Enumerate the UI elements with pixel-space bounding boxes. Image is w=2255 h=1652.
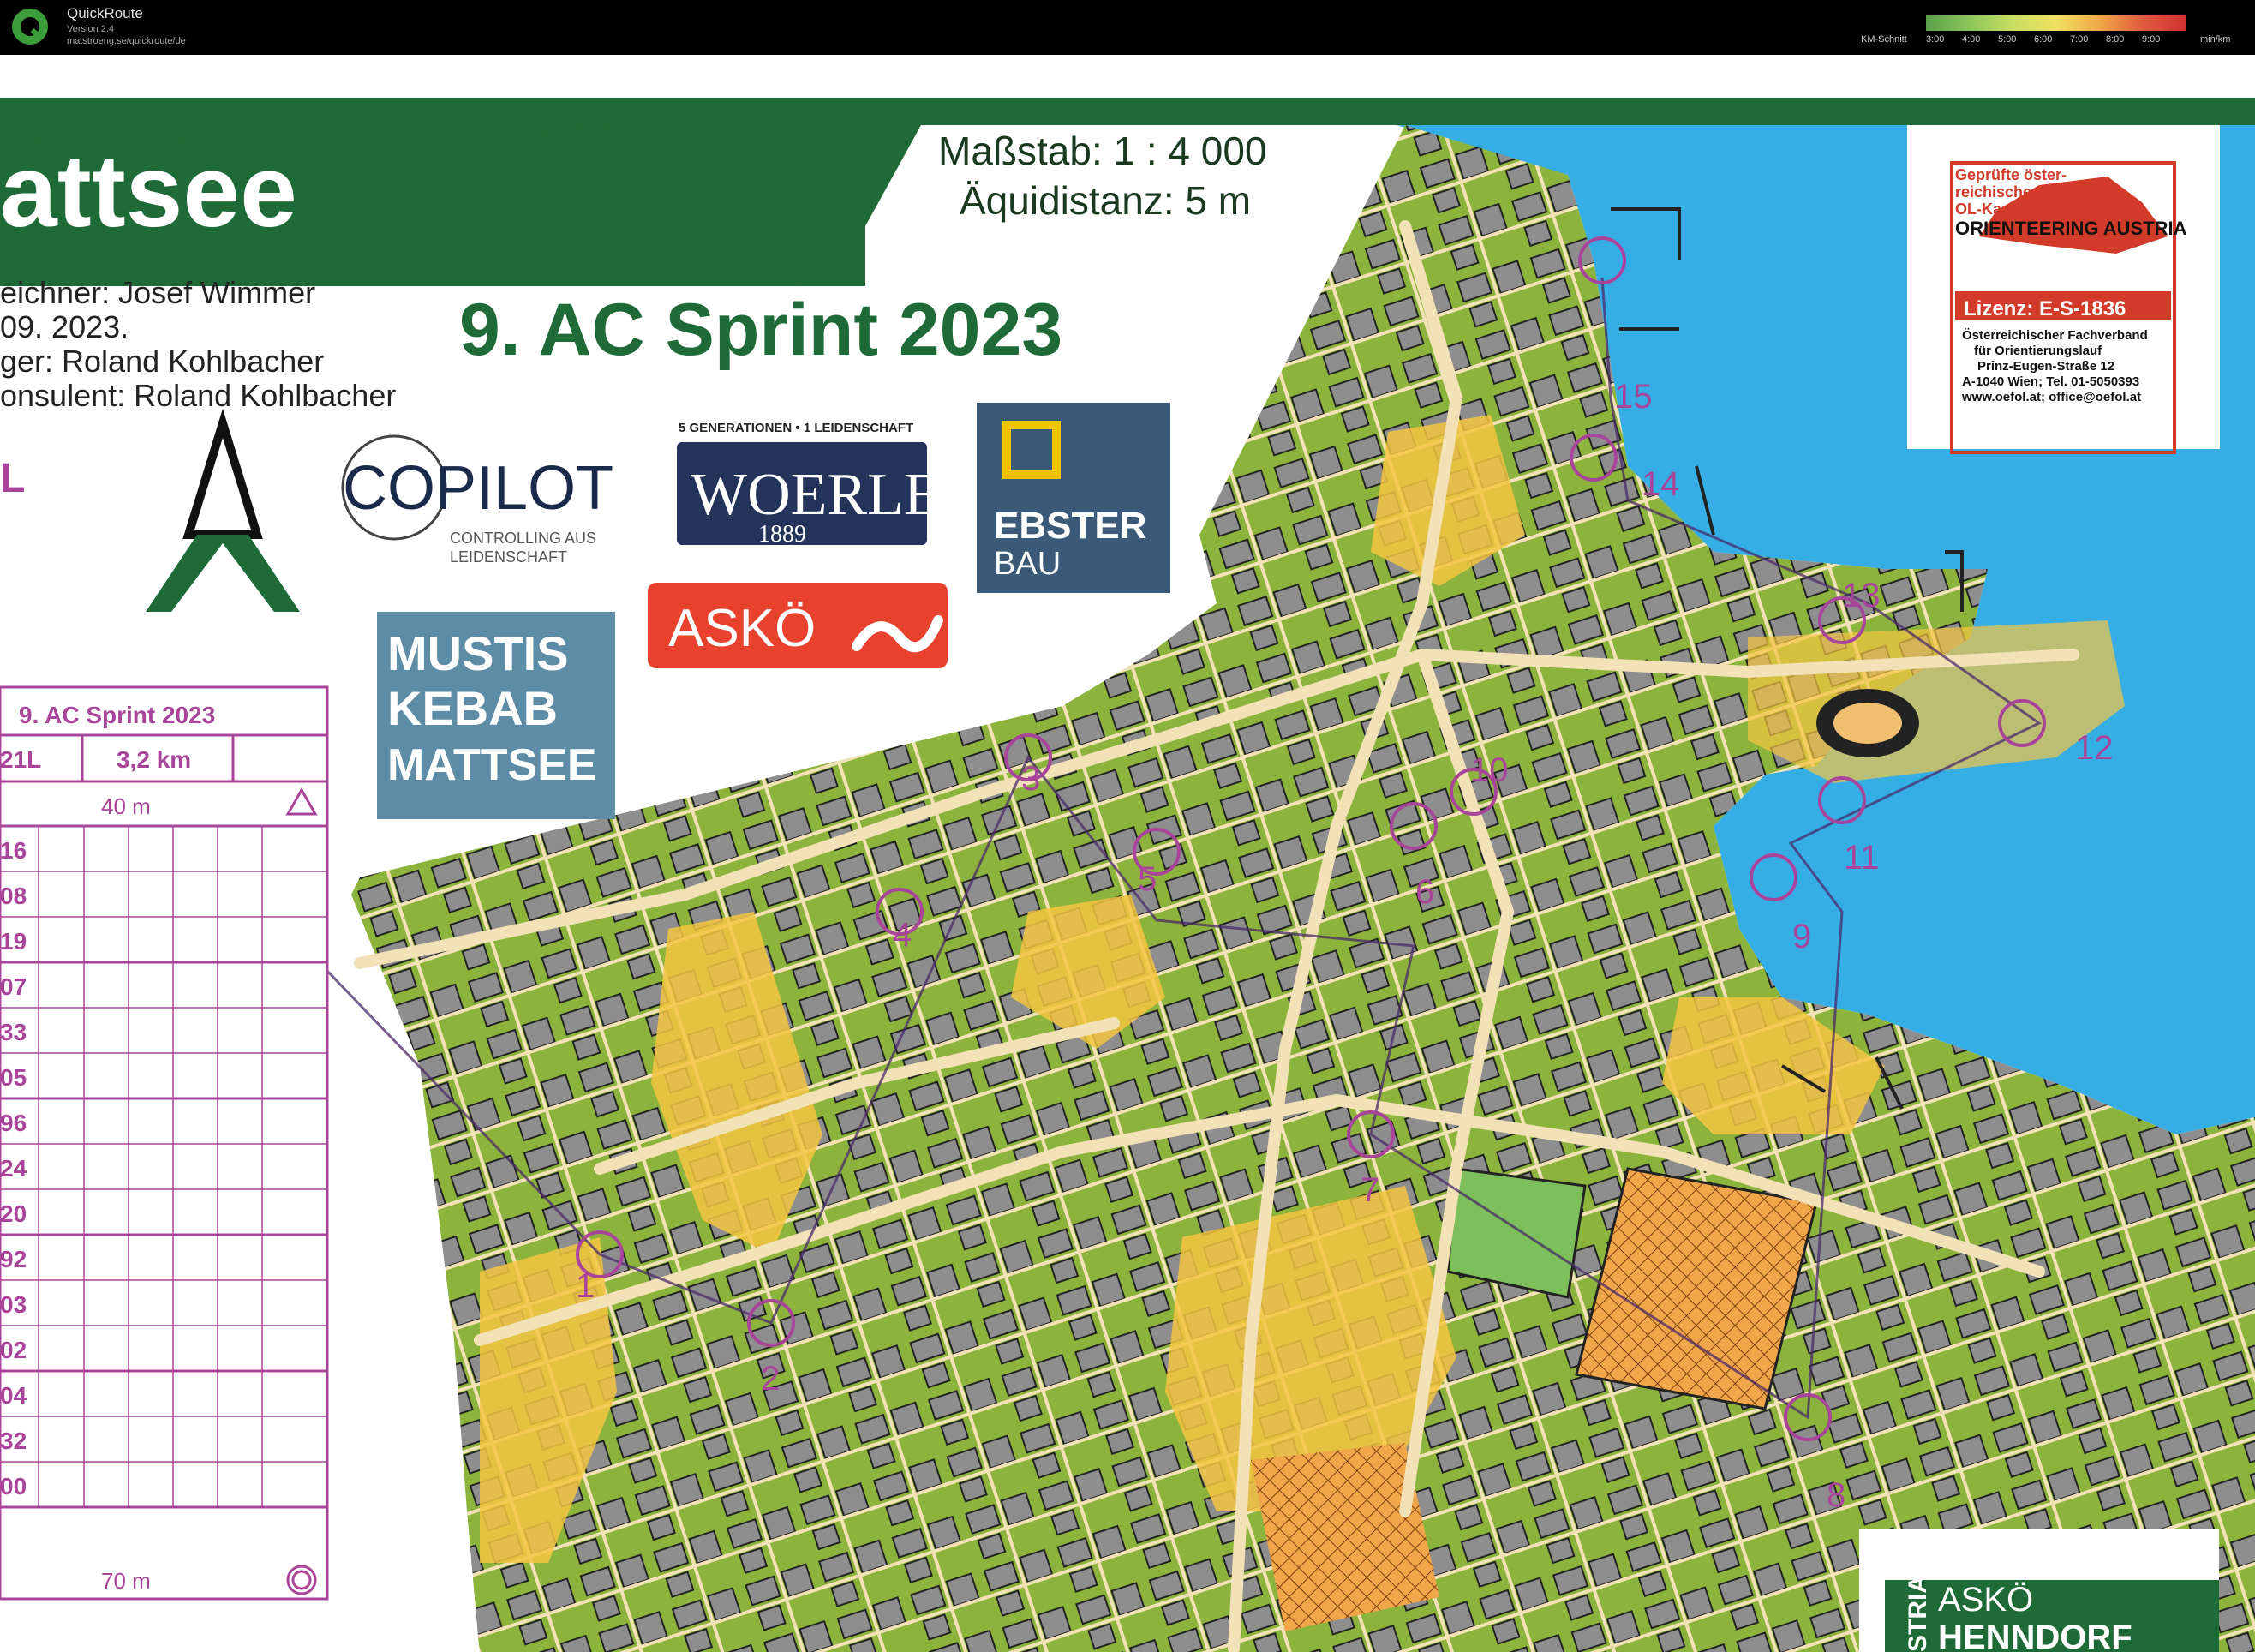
- woerle-tag: 5 GENERATIONEN • 1 LEIDENSCHAFT: [679, 421, 913, 435]
- credit-line: eichner: Josef Wimmer: [0, 275, 315, 310]
- speed-tick: 6:00: [2034, 34, 2053, 45]
- speed-tick: 4:00: [1962, 34, 1981, 45]
- woerle-name: WOERLE: [691, 462, 941, 528]
- control-description-sheet: 9. AC Sprint 2023 21L 3,2 km 40 m 16 08 19…: [0, 685, 329, 1601]
- control-number-4: 4: [893, 916, 912, 954]
- map-contour: Äquidistanz: 5 m: [960, 178, 1251, 223]
- desc-code: 92: [0, 1246, 27, 1272]
- ebster-name: EBSTER: [994, 505, 1146, 547]
- control-number-11: 11: [1844, 839, 1880, 877]
- speed-unit: min/km: [2200, 34, 2231, 45]
- speed-tick: 9:00: [2142, 34, 2161, 45]
- svg-text:A-1040 Wien; Tel. 01-5050393: A-1040 Wien; Tel. 01-5050393: [1962, 374, 2139, 389]
- club-box: STRIA ASKÖ HENNDORF: [1859, 1529, 2219, 1652]
- sponsor-askoe: ASKÖ: [648, 583, 948, 668]
- svg-text:Prinz-Eugen-Straße 12: Prinz-Eugen-Straße 12: [1977, 359, 2114, 374]
- badge-licence: Lizenz: E-S-1836: [1964, 297, 2126, 320]
- desc-code: 96: [0, 1110, 27, 1136]
- woerle-year: 1889: [758, 521, 806, 548]
- svg-text:ASKÖ: ASKÖ: [1938, 1581, 2033, 1619]
- quickroute-logo-icon: [12, 9, 48, 45]
- desc-course: 21L: [0, 746, 41, 773]
- desc-title: 9. AC Sprint 2023: [19, 702, 215, 728]
- sponsor-mustis: MUSTIS KEBAB MATTSEE: [377, 612, 615, 819]
- copilot-name: COPILOT: [343, 454, 613, 523]
- askoe-name: ASKÖ: [668, 599, 816, 658]
- desc-code: 08: [0, 883, 27, 909]
- control-number-9: 9: [1792, 918, 1811, 955]
- credit-line: ger: Roland Kohlbacher: [0, 344, 324, 379]
- desc-code: 03: [0, 1291, 27, 1318]
- map-title: attsee: [0, 134, 297, 248]
- austria-license-badge: Geprüfte öster- reichische OL-Karte ORIE…: [1907, 125, 2220, 454]
- sponsor-ebster: EBSTER BAU: [977, 403, 1170, 593]
- desc-code: 16: [0, 837, 27, 864]
- event-title: 9. AC Sprint 2023: [459, 289, 1062, 371]
- speed-tick: 7:00: [2070, 34, 2089, 45]
- control-number-13: 13: [1842, 577, 1881, 614]
- svg-text:www.oefol.at; office@oefol.at: www.oefol.at; office@oefol.at: [1961, 390, 2141, 404]
- app-version: Version 2.4: [67, 24, 115, 34]
- svg-text:ORIENTEERING AUSTRIA: ORIENTEERING AUSTRIA: [1955, 218, 2187, 239]
- speed-color-scale[interactable]: [1926, 15, 2186, 31]
- app-name: QuickRoute: [67, 5, 143, 21]
- desc-start-leg: 40 m: [101, 793, 151, 819]
- svg-text:Österreichischer Fachverband: Österreichischer Fachverband: [1962, 328, 2148, 343]
- title-bar: QuickRoute Version 2.4 matstroeng.se/qui…: [0, 0, 2255, 55]
- copilot-tag: CONTROLLING AUS: [450, 530, 596, 547]
- ebster-bau: BAU: [994, 546, 1061, 582]
- control-number-3: 3: [1021, 760, 1040, 798]
- class-letter: L: [0, 456, 25, 501]
- control-number-1: 1: [576, 1267, 595, 1305]
- svg-text:für Orientierungslauf: für Orientierungslauf: [1974, 344, 2102, 358]
- svg-text:HENNDORF: HENNDORF: [1938, 1619, 2132, 1652]
- desc-code: 33: [0, 1019, 27, 1045]
- desc-code: 04: [0, 1382, 27, 1409]
- map-canvas[interactable]: 1 2 3 4 5 6 7 8 9 10 11 12 13 14 15 atts…: [0, 55, 2255, 1652]
- speed-tick: 5:00: [1998, 34, 2017, 45]
- speed-label: KM-Schnitt: [1861, 34, 1907, 45]
- desc-code: 07: [0, 973, 27, 1000]
- desc-code: 05: [0, 1064, 27, 1091]
- desc-code: 19: [0, 928, 27, 955]
- desc-code: 32: [0, 1428, 27, 1454]
- control-number-5: 5: [1138, 860, 1157, 898]
- credit-line: onsulent: Roland Kohlbacher: [0, 378, 396, 413]
- svg-text:STRIA: STRIA: [1904, 1575, 1932, 1652]
- control-number-7: 7: [1361, 1171, 1379, 1209]
- copilot-tag: LEIDENSCHAFT: [450, 548, 567, 566]
- credit-line: 09. 2023.: [0, 309, 129, 344]
- desc-code: 24: [0, 1155, 27, 1182]
- map-scale: Maßstab: 1 : 4 000: [938, 129, 1267, 173]
- svg-text:Geprüfte öster-: Geprüfte öster-: [1955, 166, 2067, 183]
- control-number-14: 14: [1642, 465, 1680, 503]
- control-number-6: 6: [1415, 873, 1434, 911]
- desc-finish-leg: 70 m: [101, 1568, 151, 1594]
- control-number-10: 10: [1470, 751, 1509, 789]
- control-number-2: 2: [761, 1360, 780, 1398]
- desc-length: 3,2 km: [117, 746, 191, 773]
- mustis-place: MATTSEE: [387, 740, 597, 790]
- speed-tick: 8:00: [2106, 34, 2125, 45]
- desc-code: 00: [0, 1473, 27, 1499]
- control-number-8: 8: [1827, 1476, 1845, 1514]
- control-number-12: 12: [2075, 729, 2114, 767]
- header-band-top: [865, 98, 2255, 125]
- orienteering-map[interactable]: 1 2 3 4 5 6 7 8 9 10 11 12 13 14 15 atts…: [0, 55, 2255, 1652]
- mustis-kebab: KEBAB: [387, 681, 558, 735]
- speed-tick: 3:00: [1926, 34, 1945, 45]
- control-number-15: 15: [1614, 378, 1653, 416]
- desc-code: 02: [0, 1337, 27, 1363]
- desc-code: 20: [0, 1200, 27, 1227]
- mustis-name: MUSTIS: [387, 626, 569, 680]
- app-url[interactable]: matstroeng.se/quickroute/de: [67, 36, 186, 46]
